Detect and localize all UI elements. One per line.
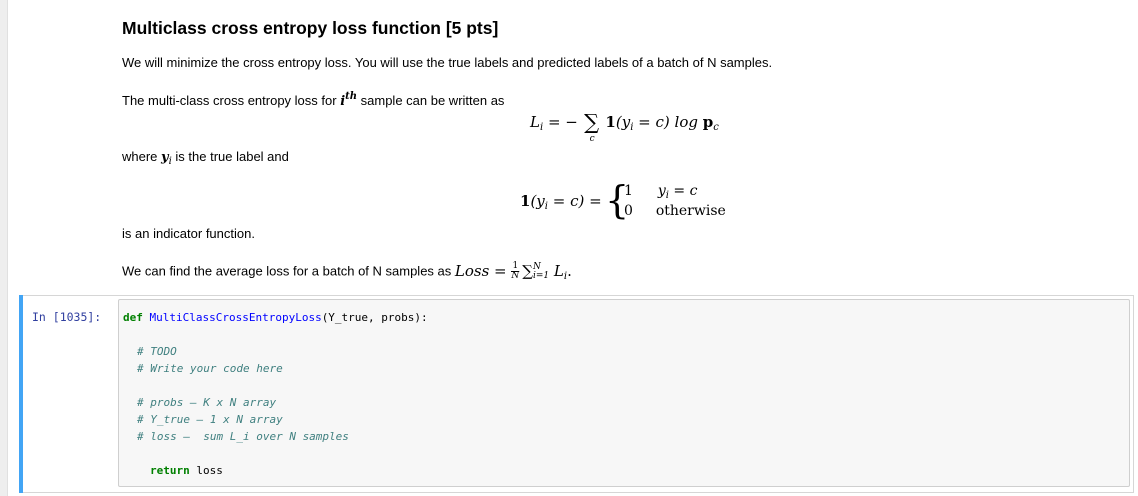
indicator-paragraph: is an indicator function. <box>122 226 255 241</box>
code-line-write: # Write your code here <box>137 362 283 375</box>
case1-cond-rest: = c <box>668 183 698 199</box>
indicator-equation: 1(yi = c) = <box>520 192 602 212</box>
eq2-lhs-end: = c) = <box>547 192 602 210</box>
eq1-sigma: ∑ <box>584 110 600 134</box>
avg-equals: = <box>489 261 512 280</box>
code-line-loss: # loss — sum L_i over N samples <box>137 430 349 443</box>
function-name: MultiClassCrossEntropyLoss <box>149 311 322 324</box>
avg-frac-den: N <box>511 271 520 281</box>
code-cell[interactable]: In [1035]: def MultiClassCrossEntropyLos… <box>19 295 1134 493</box>
avg-pre: We can find the average loss for a batch… <box>122 263 455 279</box>
eq2-one: 1 <box>520 192 531 210</box>
eq1-arg-open: (y <box>615 113 631 131</box>
code-line-ytrue: # Y_true — 1 x N array <box>137 413 283 426</box>
code-editor[interactable]: def MultiClassCrossEntropyLoss(Y_true, p… <box>118 299 1130 487</box>
eq1-lhs: L <box>530 113 540 131</box>
case1-value: 1 <box>624 183 633 199</box>
eq1-p-sub: c <box>713 122 719 133</box>
where-paragraph: where yi is the true label and <box>122 149 289 170</box>
avg-end: . <box>567 261 572 280</box>
code-line-return: return loss <box>150 464 223 477</box>
eq1-indicator: 1 <box>605 113 616 131</box>
case2-value: 0 <box>624 203 633 219</box>
notebook-left-edge <box>0 0 8 496</box>
def-keyword: def <box>123 311 143 324</box>
case-1: 1 yi = c <box>624 183 697 201</box>
eq1-arg-rest: = c) log <box>633 113 703 131</box>
loss-intro-post: sample can be written as <box>357 93 505 108</box>
eq1-p: p <box>702 113 714 131</box>
code-line-todo: # TODO <box>137 345 177 358</box>
case-2: 0 otherwise <box>624 203 726 219</box>
loss-intro-sup: th <box>345 91 358 102</box>
eq2-lhs-rest: (y <box>530 192 545 210</box>
cross-entropy-equation: Li = − ∑ c 1(yi = c) log pc <box>530 108 719 144</box>
case1-cond: y <box>657 183 666 199</box>
return-keyword: return <box>150 464 190 477</box>
where-var: y <box>161 150 169 165</box>
code-line-def: def MultiClassCrossEntropyLoss(Y_true, p… <box>123 311 428 324</box>
avg-sigma: ∑ <box>522 261 533 280</box>
avg-loss-var: Loss <box>454 261 490 280</box>
section-title: Multiclass cross entropy loss function [… <box>122 18 499 38</box>
return-value: loss <box>189 464 223 477</box>
avg-sigma-sub: i=1 <box>532 270 550 281</box>
cell-selected-bar <box>19 295 23 493</box>
average-loss-paragraph: We can find the average loss for a batch… <box>122 262 572 285</box>
function-signature: (Y_true, probs): <box>321 311 428 324</box>
code-line-probs: # probs — K x N array <box>137 396 277 409</box>
eq1-equals: = − <box>543 113 578 131</box>
intro-paragraph: We will minimize the cross entropy loss.… <box>122 55 773 70</box>
eq1-sigma-sub: c <box>589 134 595 144</box>
where-post: is the true label and <box>171 149 289 164</box>
where-pre: where <box>122 149 162 164</box>
avg-L: L <box>553 261 564 280</box>
loss-intro-pre: The multi-class cross entropy loss for <box>122 93 341 108</box>
loss-intro-paragraph: The multi-class cross entropy loss for i… <box>122 89 504 110</box>
case2-cond: otherwise <box>655 203 726 219</box>
cell-prompt: In [1035]: <box>32 310 102 324</box>
